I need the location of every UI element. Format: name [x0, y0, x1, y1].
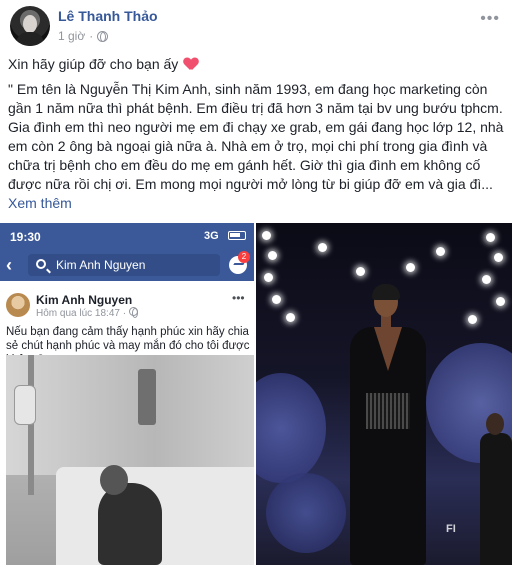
post-meta: 1 giờ ·	[58, 29, 109, 43]
hospital-bed-photo	[6, 355, 254, 565]
inner-globe-icon	[128, 307, 138, 318]
author-avatar[interactable]	[10, 6, 50, 46]
globe-icon	[97, 30, 109, 42]
author-name[interactable]: Lê Thanh Thảo	[58, 8, 158, 24]
back-arrow-icon[interactable]: ‹	[6, 255, 12, 276]
photo-wall	[6, 355, 254, 475]
stage-flower-left	[256, 373, 326, 483]
see-more-link[interactable]: Xem thêm	[8, 195, 72, 211]
separator-dot: ·	[89, 29, 94, 43]
inner-author-name: Kim Anh Nguyen	[36, 293, 133, 307]
post-caption: Xin hãy giúp đỡ cho bạn ấy	[8, 56, 198, 72]
stage-light	[268, 251, 277, 260]
notification-badge: 2	[238, 251, 250, 263]
stage-light	[356, 267, 365, 276]
stage-light	[286, 313, 295, 322]
facebook-post: Lê Thanh Thảo 1 giờ · ••• Xin hãy giúp đ…	[0, 0, 512, 565]
medical-device	[138, 369, 156, 425]
network-indicator: 3G	[204, 230, 219, 242]
post-header: Lê Thanh Thảo 1 giờ · •••	[6, 4, 506, 48]
dress-neckline	[374, 327, 402, 371]
post-body-text: " Em tên là Nguyễn Thị Kim Anh, sinh năm…	[8, 81, 504, 192]
iv-pole	[28, 355, 34, 495]
stage-light	[482, 275, 491, 284]
caption-text: Xin hãy giúp đỡ cho bạn ấy	[8, 56, 179, 72]
heart-icon	[184, 58, 198, 71]
post-body: " Em tên là Nguyễn Thị Kim Anh, sinh năm…	[8, 80, 506, 213]
runway-model	[344, 284, 434, 565]
stage-logo-text: FI	[446, 523, 456, 535]
model-neck	[381, 315, 391, 329]
background-model	[478, 413, 512, 565]
stage-flower-bottom	[266, 473, 346, 553]
patient-figure	[98, 483, 162, 565]
stage-light	[468, 315, 477, 324]
status-time: 19:30	[10, 230, 41, 244]
battery-icon	[228, 231, 246, 240]
model-hair	[372, 284, 400, 300]
iv-bag	[14, 385, 36, 425]
dress-belt	[366, 393, 410, 429]
inner-post: Kim Anh Nguyen Hôm qua lúc 18:47 · ••• N…	[0, 287, 254, 565]
stage-light	[318, 243, 327, 252]
stage-light	[264, 273, 273, 282]
inner-post-time: Hôm qua lúc 18:47 ·	[36, 308, 129, 319]
search-value: Kim Anh Nguyen	[56, 258, 146, 272]
stage-light	[486, 233, 495, 242]
avatar-face	[23, 15, 37, 33]
stage-light	[436, 247, 445, 256]
stage-light	[406, 263, 415, 272]
stage-light	[496, 297, 505, 306]
runway-photo[interactable]: FI	[256, 223, 512, 565]
post-time[interactable]: 1 giờ	[58, 29, 85, 43]
background-model-dress	[480, 433, 512, 565]
search-input[interactable]: Kim Anh Nguyen	[28, 254, 220, 276]
search-icon	[36, 259, 46, 269]
inner-more-icon: •••	[232, 291, 245, 305]
stage-light	[494, 253, 503, 262]
phone-screenshot-image[interactable]: 19:30 3G ‹ Kim Anh Nguyen 2 Kim Anh Nguy…	[0, 223, 254, 565]
inner-avatar	[6, 293, 30, 317]
app-nav-bar: ‹ Kim Anh Nguyen 2	[0, 249, 254, 281]
avatar-body	[16, 32, 44, 46]
more-options-icon[interactable]: •••	[480, 10, 500, 28]
stage-light	[272, 295, 281, 304]
stage-light	[262, 231, 271, 240]
inner-post-meta: Hôm qua lúc 18:47 ·	[36, 307, 138, 319]
phone-status-bar: 19:30 3G	[0, 223, 254, 249]
background-model-head	[486, 413, 504, 435]
patient-head	[100, 465, 128, 495]
